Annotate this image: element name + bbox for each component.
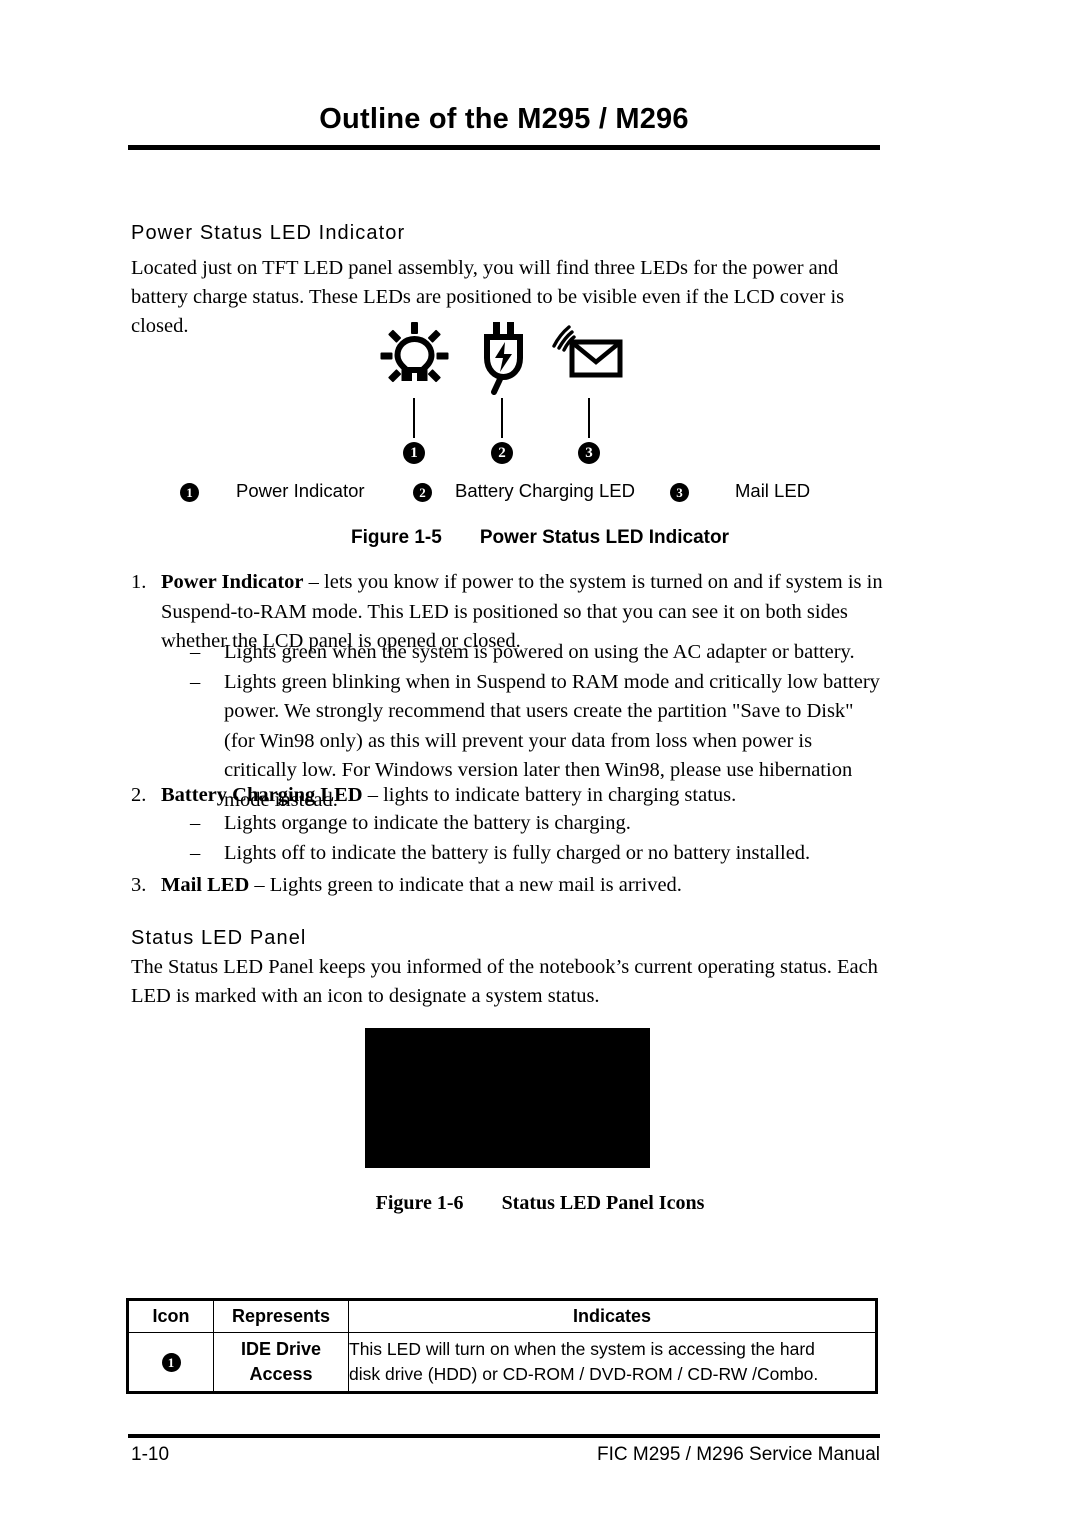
dash-marker: – — [190, 812, 201, 834]
footer-manual-title: FIC M295 / M296 Service Manual — [596, 1444, 880, 1465]
leader-line-1 — [413, 398, 415, 438]
indicates-line-2: disk drive (HDD) or CD-ROM / DVD-ROM / C… — [349, 1364, 819, 1384]
legend-number-3: 3 — [670, 483, 689, 502]
list-item-3-text: – Lights green to indicate that a new ma… — [249, 874, 682, 896]
table-row: 1 IDE Drive Access This LED will turn on… — [127, 1332, 877, 1393]
legend-number-1: 1 — [180, 483, 199, 502]
figure-1-6-image — [365, 1028, 650, 1168]
status-led-table: Icon Represents Indicates 1 IDE Drive Ac… — [126, 1298, 878, 1394]
footer-divider — [128, 1434, 880, 1438]
callout-number-3: 3 — [578, 442, 600, 464]
bullet-list-battery-charging: – Lights organge to indicate the battery… — [190, 809, 885, 868]
header-divider — [128, 145, 880, 150]
table-header-row: Icon Represents Indicates — [127, 1299, 877, 1333]
table-header-represents: Represents — [213, 1299, 349, 1333]
table-cell-icon: 1 — [127, 1332, 214, 1393]
sun-bulb-icon — [375, 320, 455, 395]
figure-1-6-number: Figure 1-6 — [375, 1192, 464, 1214]
list-item-mail-led: 3. Mail LED – Lights green to indicate t… — [131, 871, 883, 901]
table-cell-indicates: This LED will turn on when the system is… — [348, 1332, 877, 1393]
table-cell-represents: IDE Drive Access — [213, 1332, 349, 1393]
leader-line-2 — [501, 398, 503, 438]
list-item-battery-charging-led: 2. Battery Charging LED – lights to indi… — [131, 781, 883, 811]
list-marker-1: 1. — [131, 571, 147, 593]
power-plug-icon — [463, 320, 543, 395]
legend-number-2: 2 — [413, 483, 432, 502]
footer-page-number: 1-10 — [131, 1444, 170, 1465]
bullet-text-2-1: Lights organge to indicate the battery i… — [224, 812, 631, 834]
dash-marker: – — [190, 841, 201, 864]
bullet-text-2-2: Lights off to indicate the battery is fu… — [224, 841, 811, 864]
document-page: Outline of the M295 / M296 Power Status … — [0, 0, 1080, 1527]
list-item-2-text: – lights to indicate battery in charging… — [362, 784, 737, 806]
figure-1-5-legend: 1 Power Indicator 2 Battery Charging LED… — [180, 480, 880, 506]
table-header-icon: Icon — [127, 1299, 214, 1333]
mail-envelope-icon — [550, 324, 630, 399]
bullet-text-1-1: Lights green when the system is powered … — [224, 641, 855, 663]
paragraph-status-intro: The Status LED Panel keeps you informed … — [131, 956, 878, 1007]
represents-line-1: IDE Drive — [240, 1339, 322, 1359]
ide-drive-icon-number: 1 — [161, 1352, 181, 1372]
legend-label-battery-charging-led: Battery Charging LED — [455, 480, 635, 501]
indicates-line-1: This LED will turn on when the system is… — [349, 1339, 815, 1359]
list-item: – Lights organge to indicate the battery… — [190, 809, 885, 839]
figure-1-6-caption: Figure 1-6 Status LED Panel Icons — [0, 1192, 1080, 1215]
figure-1-5-number: Figure 1-5 — [351, 527, 442, 548]
list-item-2-bold: Battery Charging LED — [161, 784, 363, 806]
list-marker-2: 2. — [131, 784, 147, 806]
figure-1-5-diagram: 1 2 3 — [365, 320, 655, 464]
legend-label-power-indicator: Power Indicator — [236, 480, 365, 501]
list-item: – Lights off to indicate the battery is … — [190, 839, 885, 869]
table-header-indicates: Indicates — [348, 1299, 877, 1333]
dash-marker: – — [190, 670, 201, 693]
section-heading-status-led-panel: Status LED Panel — [131, 927, 307, 949]
list-item-1-bold: Power Indicator — [161, 571, 304, 593]
figure-1-5-caption: Figure 1-5 Power Status LED Indicator — [0, 527, 1080, 549]
dash-marker: – — [190, 641, 201, 663]
list-item: – Lights green when the system is powere… — [190, 638, 885, 668]
page-title: Outline of the M295 / M296 — [319, 103, 689, 135]
represents-line-2: Access — [249, 1364, 313, 1384]
list-item-3-bold: Mail LED — [161, 874, 250, 896]
leader-line-3 — [588, 398, 590, 438]
section-heading-power-status: Power Status LED Indicator — [131, 222, 406, 244]
figure-1-5-title: Power Status LED Indicator — [479, 527, 729, 548]
figure-1-6-title: Status LED Panel Icons — [501, 1192, 705, 1214]
callout-number-1: 1 — [403, 442, 425, 464]
list-marker-3: 3. — [131, 874, 147, 896]
legend-label-mail-led: Mail LED — [735, 480, 811, 501]
callout-number-2: 2 — [491, 442, 513, 464]
